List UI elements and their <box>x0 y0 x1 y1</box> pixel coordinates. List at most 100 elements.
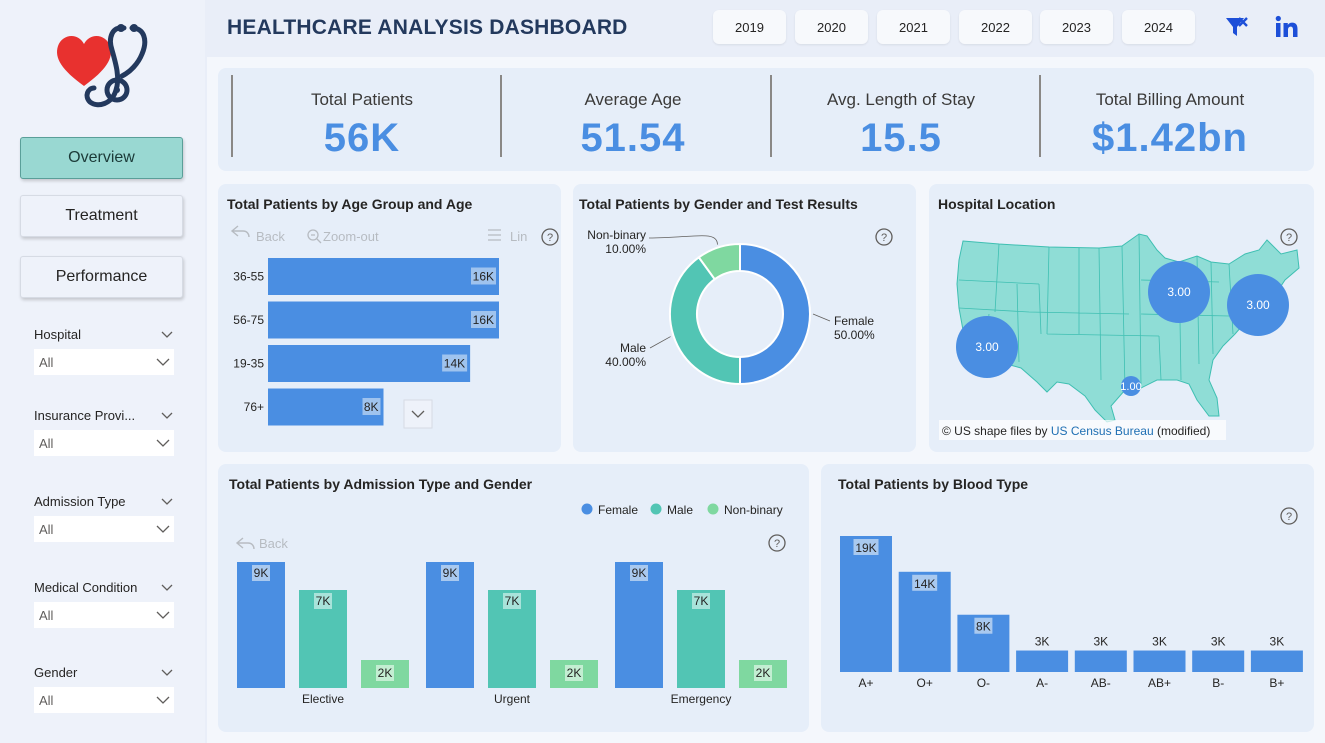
year-button-2023[interactable]: 2023 <box>1040 10 1113 44</box>
chevron-down-icon <box>156 696 170 704</box>
kpi-total-billing-amount: Total Billing Amount $1.42bn <box>1036 68 1304 171</box>
data-label: 8K <box>976 620 991 634</box>
donut-slice[interactable] <box>739 242 811 386</box>
scroll-down-button[interactable] <box>403 399 433 429</box>
chevron-down-icon[interactable] <box>160 408 174 422</box>
category-label: A- <box>1036 676 1048 690</box>
slice-category-label: Non-binary <box>587 228 646 242</box>
data-label: 8K <box>364 400 379 414</box>
us-map[interactable]: ? 3.00 3.00 3.00 1.00 © US shape files by U… <box>929 184 1314 452</box>
bar[interactable] <box>268 301 499 339</box>
select-value: All <box>39 521 54 537</box>
hospital-select[interactable]: All <box>34 349 174 375</box>
medical-condition-select[interactable]: All <box>34 602 174 628</box>
back-button[interactable]: Back <box>230 225 285 244</box>
help-icon[interactable]: ? <box>875 228 893 246</box>
chevron-down-icon[interactable] <box>160 580 174 594</box>
category-label: B+ <box>1269 676 1284 690</box>
leader-line <box>812 313 831 322</box>
leader-line <box>649 336 671 349</box>
kpi-label: Average Age <box>584 90 682 109</box>
bar[interactable] <box>268 258 499 295</box>
category-label: O+ <box>917 676 933 690</box>
category-label: 19-35 <box>233 357 264 371</box>
help-icon[interactable]: ? <box>541 228 559 246</box>
year-button-2021[interactable]: 2021 <box>877 10 950 44</box>
treatment-button[interactable]: Treatment <box>20 195 183 237</box>
category-label: Emergency <box>671 692 732 706</box>
data-label: 3K <box>1093 635 1108 649</box>
kpi-label: Total Patients <box>310 90 414 109</box>
gender-select[interactable]: All <box>34 687 174 713</box>
slice-value-label: 10.00% <box>605 242 646 256</box>
bar[interactable] <box>1250 650 1303 672</box>
back-label: Back <box>259 536 288 551</box>
data-label: 3K <box>1211 635 1226 649</box>
donut-slice[interactable] <box>669 255 741 386</box>
gender-card: Total Patients by Gender and Test Result… <box>573 184 916 452</box>
filter-label: Admission Type <box>34 493 126 509</box>
kpi-avg-length-of-stay: Avg. Length of Stay 15.5 <box>767 68 1035 171</box>
year-button-2022[interactable]: 2022 <box>959 10 1032 44</box>
year-button-2019[interactable]: 2019 <box>713 10 786 44</box>
bar[interactable] <box>1016 650 1069 672</box>
filter-insurance-provider: Insurance Provi... All <box>34 406 174 456</box>
age-group-card: Total Patients by Age Group and Age Back… <box>218 184 561 452</box>
bubble-label: 3.00 <box>1246 298 1270 312</box>
bar[interactable] <box>1133 650 1186 672</box>
category-label: Urgent <box>494 692 531 706</box>
bubble-label: 3.00 <box>975 340 999 354</box>
chevron-down-icon[interactable] <box>160 327 174 341</box>
data-label: 3K <box>1270 635 1285 649</box>
data-label: 14K <box>444 357 465 371</box>
legend-marker <box>581 503 593 515</box>
legend-label[interactable]: Male <box>667 503 693 517</box>
hospital-location-card: Hospital Location ? 3.00 3.00 3.00 1.00 © U… <box>929 184 1314 452</box>
help-icon[interactable]: ? <box>1280 507 1298 525</box>
chevron-down-icon[interactable] <box>160 665 174 679</box>
select-value: All <box>39 607 54 623</box>
kpi-value: 51.54 <box>580 116 686 160</box>
slice-category-label: Male <box>620 341 646 355</box>
back-button[interactable]: Back <box>235 536 288 551</box>
insurance-provider-select[interactable]: All <box>34 430 174 456</box>
data-label: 3K <box>1035 635 1050 649</box>
year-button-2020[interactable]: 2020 <box>795 10 868 44</box>
chevron-down-icon <box>156 439 170 447</box>
slice-category-label: Female <box>834 314 874 328</box>
legend-label[interactable]: Female <box>598 503 638 517</box>
clear-filter-icon[interactable] <box>1224 15 1248 39</box>
kpi-total-patients: Total Patients 56K <box>228 68 496 171</box>
admission-type-card: Total Patients by Admission Type and Gen… <box>218 464 809 732</box>
bar[interactable] <box>268 345 471 382</box>
category-label: AB- <box>1091 676 1111 690</box>
linkedin-icon[interactable] <box>1275 15 1299 39</box>
help-icon[interactable]: ? <box>768 534 786 552</box>
linear-scale-button[interactable]: Lin <box>488 229 527 244</box>
performance-button[interactable]: Performance <box>20 256 183 298</box>
kpi-value: 15.5 <box>860 116 942 160</box>
bar[interactable] <box>1074 650 1127 672</box>
help-icon[interactable]: ? <box>1280 228 1298 246</box>
blood-type-card: Total Patients by Blood Type ? 19K A+ 14K O… <box>821 464 1314 732</box>
select-value: All <box>39 435 54 451</box>
gender-donut-chart: ? Female50.00% Male40.00% Non-binary10.00% <box>587 228 893 386</box>
overview-button[interactable]: Overview <box>20 137 183 179</box>
admission-type-select[interactable]: All <box>34 516 174 542</box>
census-bureau-link[interactable]: US Census Bureau <box>1051 424 1154 438</box>
slice-value-label: 40.00% <box>605 355 646 369</box>
bubble-label: 1.00 <box>1120 381 1141 393</box>
zoom-out-button[interactable]: Zoom-out <box>307 229 379 244</box>
legend-label[interactable]: Non-binary <box>724 503 783 517</box>
bar[interactable] <box>840 536 892 672</box>
bar[interactable] <box>1192 650 1245 672</box>
leader-line <box>648 235 718 245</box>
year-button-2024[interactable]: 2024 <box>1122 10 1195 44</box>
chevron-down-icon[interactable] <box>160 494 174 508</box>
chevron-down-icon <box>156 611 170 619</box>
category-label: A+ <box>858 676 873 690</box>
filter-label: Medical Condition <box>34 579 138 595</box>
filter-label: Hospital <box>34 326 81 342</box>
data-label: 7K <box>505 594 520 608</box>
legend-marker <box>650 503 662 515</box>
